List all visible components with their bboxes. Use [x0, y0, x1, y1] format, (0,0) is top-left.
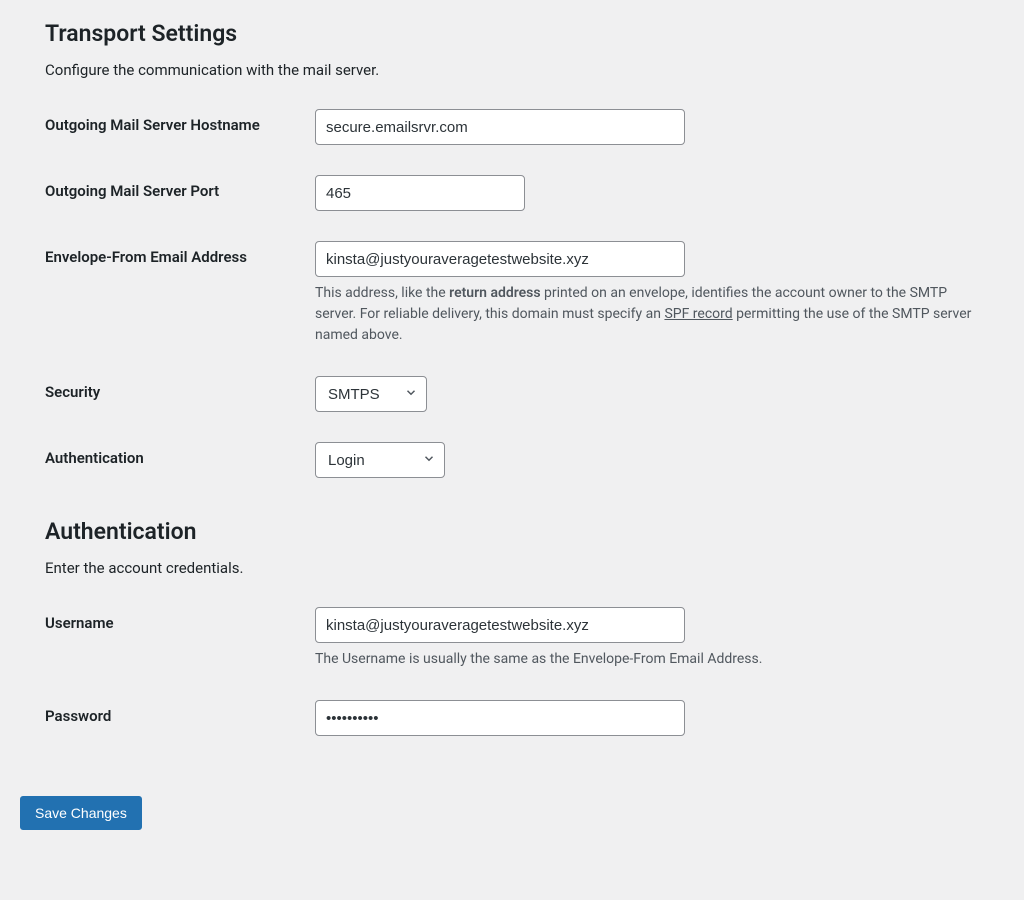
envelope-from-help: This address, like the return address pr… — [315, 283, 979, 346]
envelope-from-label: Envelope-From Email Address — [45, 241, 315, 268]
transport-settings-title: Transport Settings — [45, 20, 979, 47]
authentication-select[interactable]: Login — [316, 443, 446, 477]
security-select[interactable]: SMTPS — [316, 377, 428, 411]
security-label: Security — [45, 376, 315, 403]
authentication-section-title: Authentication — [45, 518, 979, 545]
port-input[interactable] — [315, 175, 525, 211]
envelope-from-input[interactable] — [315, 241, 685, 277]
password-label: Password — [45, 700, 315, 727]
transport-settings-description: Configure the communication with the mai… — [45, 61, 979, 79]
spf-record-link[interactable]: SPF record — [664, 306, 732, 322]
hostname-label: Outgoing Mail Server Hostname — [45, 109, 315, 136]
username-help: The Username is usually the same as the … — [315, 649, 979, 670]
username-label: Username — [45, 607, 315, 634]
hostname-input[interactable] — [315, 109, 685, 145]
save-changes-button[interactable]: Save Changes — [20, 796, 142, 830]
username-input[interactable] — [315, 607, 685, 643]
password-input[interactable] — [315, 700, 685, 736]
port-label: Outgoing Mail Server Port — [45, 175, 315, 202]
authentication-label: Authentication — [45, 442, 315, 469]
authentication-section-description: Enter the account credentials. — [45, 559, 979, 577]
